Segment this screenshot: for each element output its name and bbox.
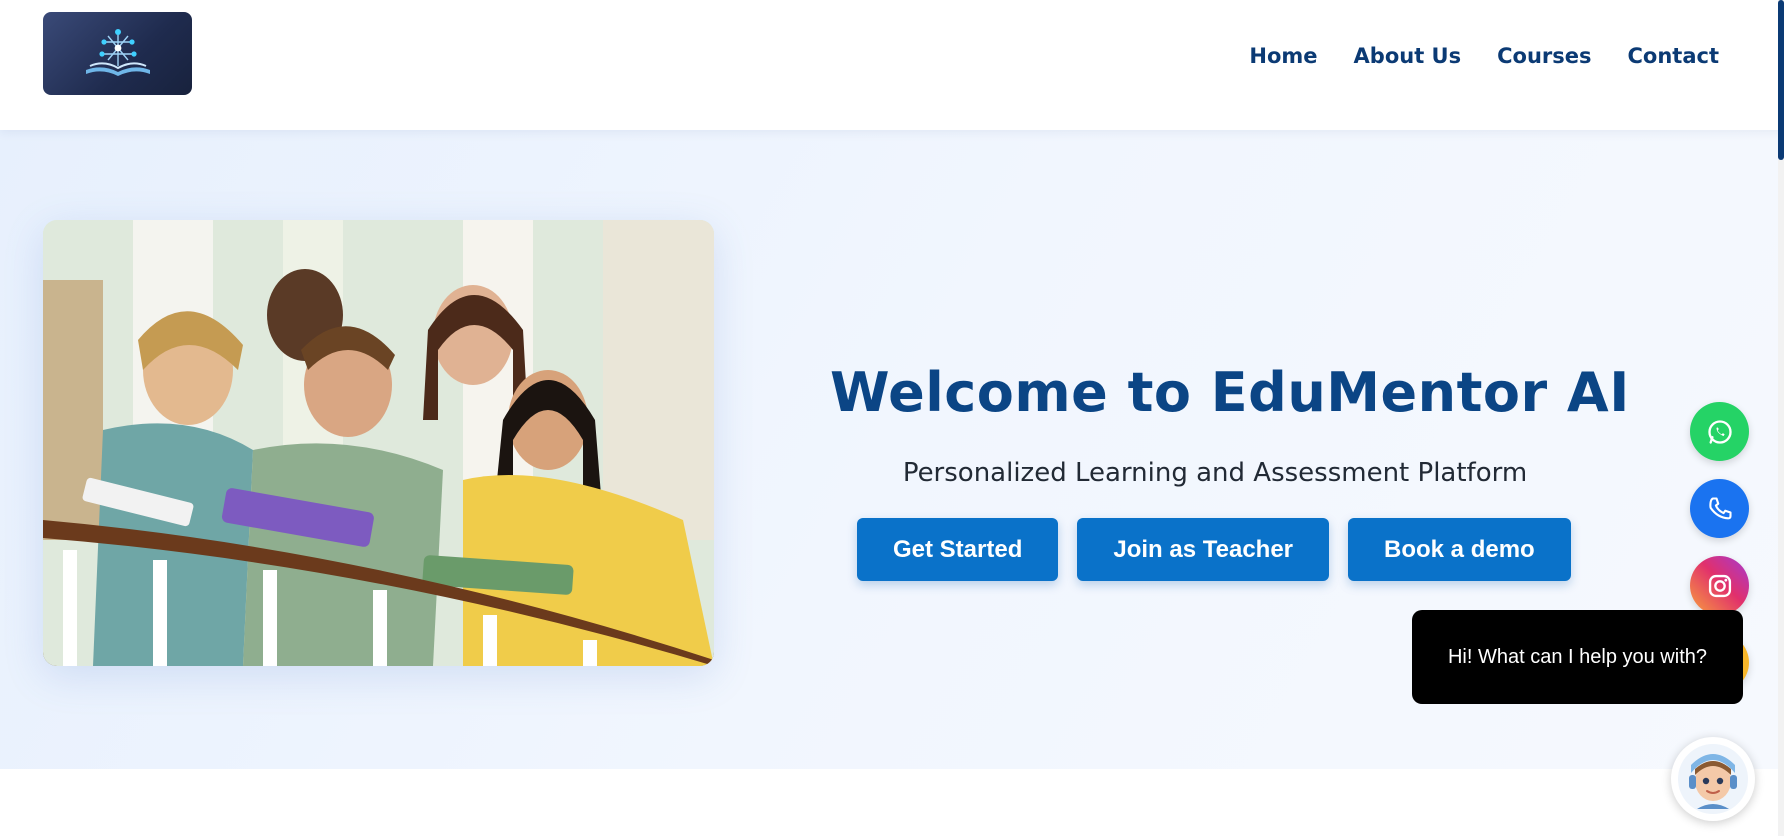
book-demo-button[interactable]: Book a demo — [1348, 518, 1571, 581]
assistant-avatar-icon — [1678, 744, 1748, 814]
site-header: Home About Us Courses Contact — [0, 0, 1784, 130]
whatsapp-icon — [1707, 419, 1732, 444]
page-scrollbar[interactable] — [1778, 0, 1784, 836]
book-network-icon — [85, 28, 150, 76]
hero-button-group: Get Started Join as Teacher Book a demo — [857, 518, 1571, 581]
scrollbar-thumb[interactable] — [1778, 0, 1784, 160]
get-started-button[interactable]: Get Started — [857, 518, 1059, 581]
hero-title: Welcome to EduMentor AI — [830, 361, 1630, 425]
brand-logo[interactable] — [43, 12, 192, 95]
phone-icon — [1708, 496, 1732, 519]
join-as-teacher-button[interactable]: Join as Teacher — [1077, 518, 1330, 581]
chat-greeting-text: Hi! What can I help you with? — [1447, 645, 1707, 668]
app-root: Home About Us Courses Contact Welcome to… — [0, 0, 1784, 836]
phone-button[interactable] — [1690, 479, 1749, 538]
nav-contact[interactable]: Contact — [1628, 44, 1720, 68]
nav-courses[interactable]: Courses — [1497, 44, 1591, 68]
nav-about-us[interactable]: About Us — [1354, 44, 1462, 68]
hero-subtitle: Personalized Learning and Assessment Pla… — [902, 458, 1528, 488]
instagram-button[interactable] — [1690, 556, 1749, 615]
chat-greeting-bubble[interactable]: Hi! What can I help you with? — [1412, 610, 1743, 704]
nav-home[interactable]: Home — [1249, 44, 1317, 68]
main-nav: Home About Us Courses Contact — [1249, 44, 1719, 68]
whatsapp-button[interactable] — [1690, 402, 1749, 461]
hero-students-photo — [43, 220, 714, 666]
students-illustration — [43, 220, 714, 666]
chatbot-avatar-button[interactable] — [1671, 737, 1755, 821]
instagram-icon — [1708, 574, 1731, 597]
